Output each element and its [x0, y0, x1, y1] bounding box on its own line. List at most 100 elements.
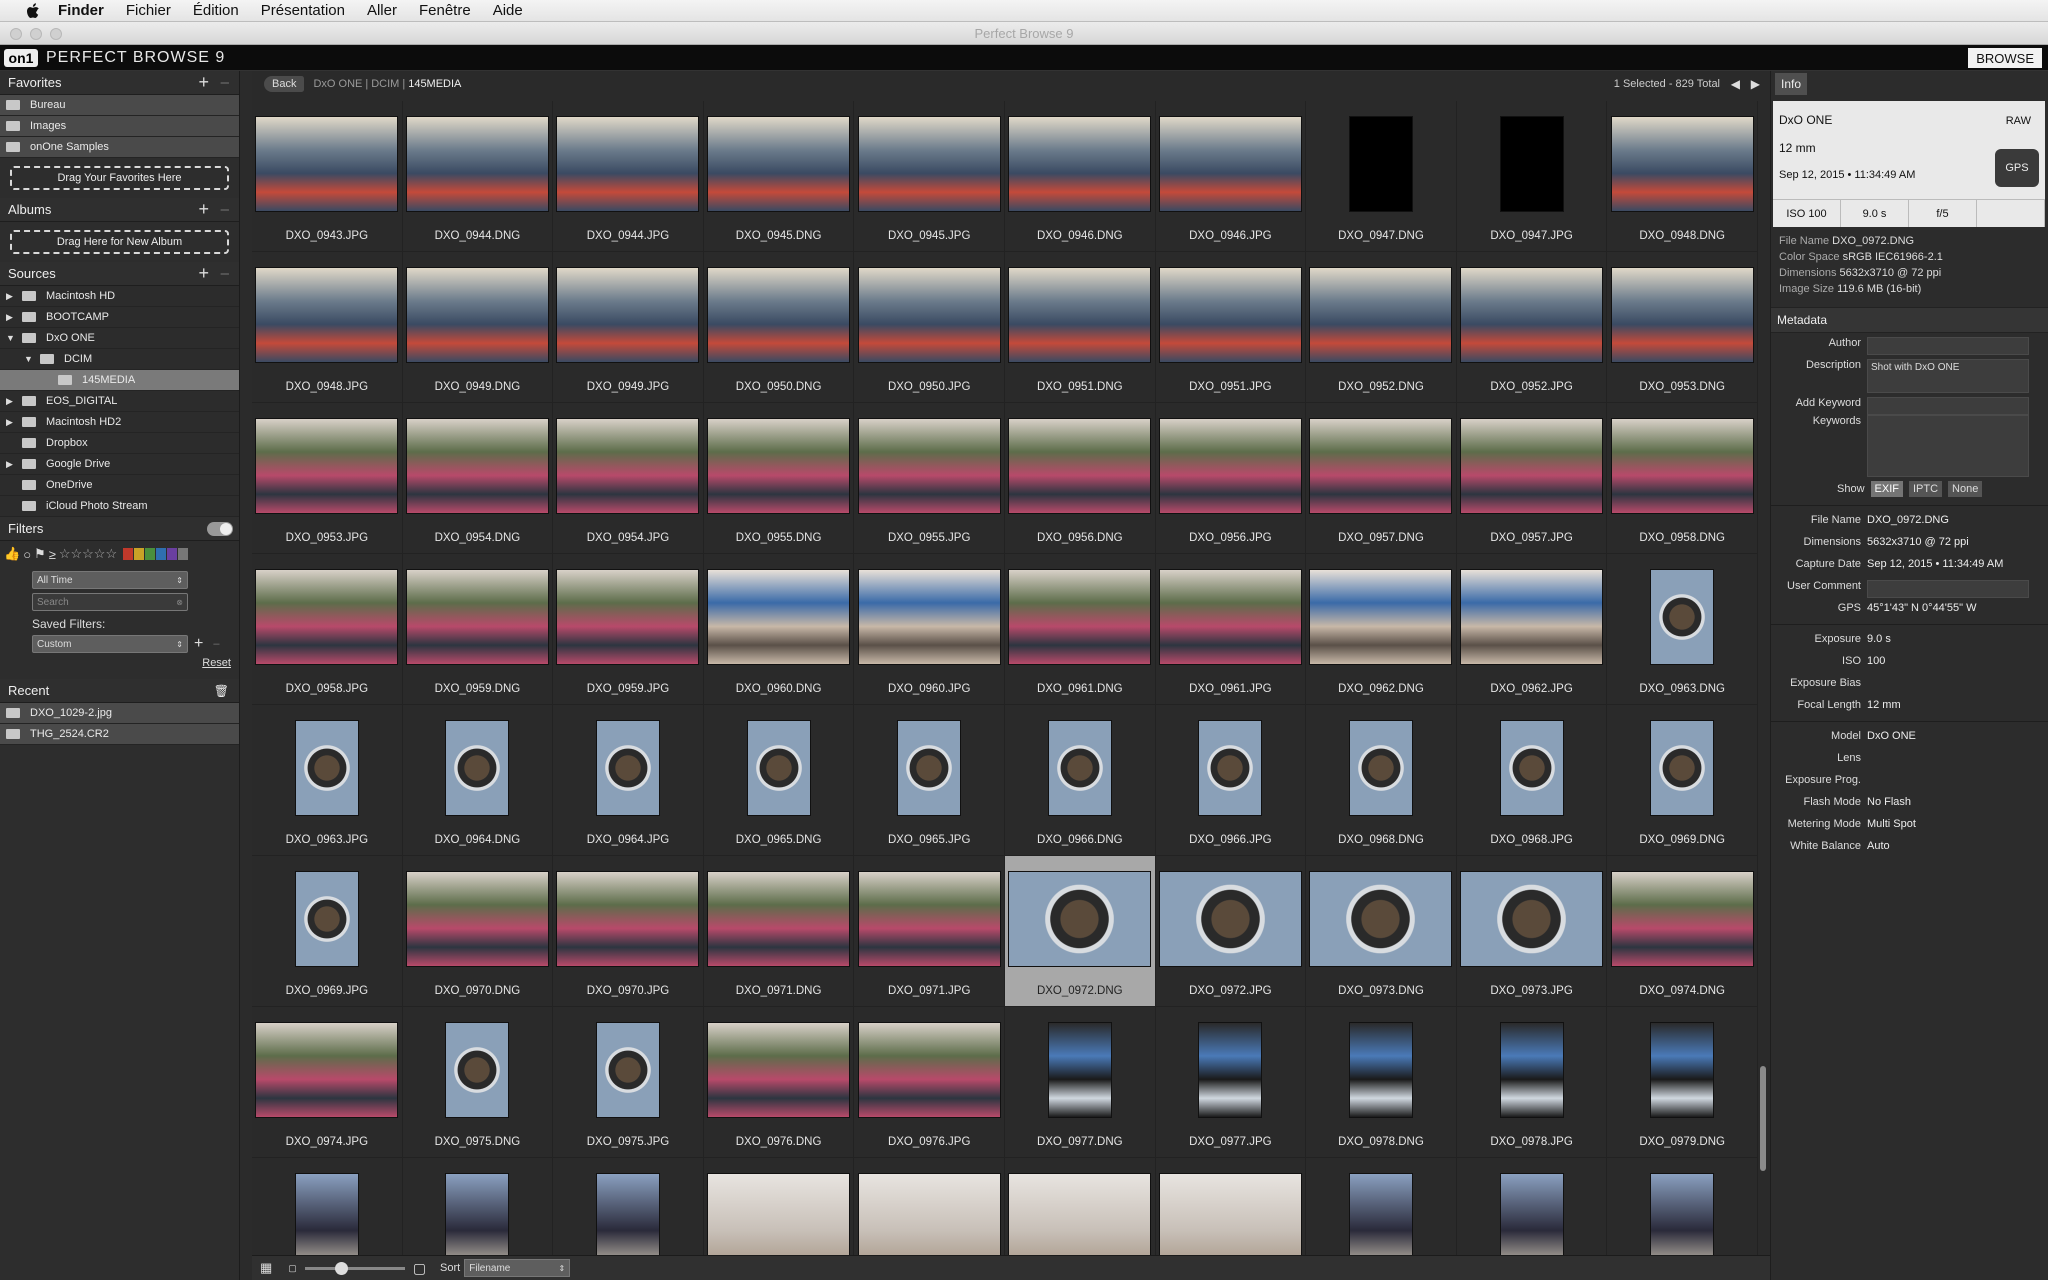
photo-thumbnail[interactable]	[1158, 418, 1302, 514]
small-thumb-icon[interactable]: ▢	[288, 1263, 297, 1274]
thumbnail-cell-partial[interactable]	[252, 1158, 403, 1255]
photo-thumbnail[interactable]	[1158, 569, 1302, 665]
favorite-item[interactable]: Images	[0, 116, 239, 137]
source-item[interactable]: ▶ Macintosh HD2	[0, 412, 239, 433]
photo-thumbnail[interactable]	[1047, 1022, 1112, 1118]
thumbnail-cell[interactable]: DXO_0945.DNG	[703, 101, 855, 252]
clear-search-icon[interactable]: ⊗	[176, 598, 183, 607]
photo-thumbnail[interactable]	[1008, 267, 1152, 363]
grid-scrollbar[interactable]	[1758, 101, 1768, 1255]
photo-thumbnail[interactable]	[1348, 720, 1413, 816]
breadcrumb-dcim[interactable]: DCIM	[371, 78, 399, 90]
thumbnail-cell[interactable]: DXO_0971.JPG	[854, 856, 1005, 1007]
thumbnail-cell[interactable]: DXO_0975.DNG	[402, 1007, 554, 1158]
thumbnail-cell[interactable]: DXO_0947.JPG	[1456, 101, 1608, 252]
menu-aller[interactable]: Aller	[367, 2, 397, 19]
menu-aide[interactable]: Aide	[493, 2, 523, 19]
photo-thumbnail[interactable]	[1650, 1173, 1715, 1255]
photo-thumbnail[interactable]	[445, 720, 510, 816]
thumbnail-cell[interactable]: DXO_0954.DNG	[402, 403, 554, 554]
color-swatch[interactable]	[156, 548, 167, 560]
photo-thumbnail[interactable]	[1650, 1022, 1715, 1118]
thumbs-up-icon[interactable]: 👍	[4, 546, 20, 562]
trash-icon[interactable]: 🗑	[214, 684, 229, 698]
photo-thumbnail[interactable]	[1460, 267, 1604, 363]
time-range-select[interactable]: All Time ⇕	[32, 571, 188, 589]
thumbnail-cell[interactable]: DXO_0961.JPG	[1155, 554, 1307, 705]
saved-filter-select[interactable]: Custom ⇕	[32, 635, 188, 653]
photo-thumbnail[interactable]	[255, 116, 399, 212]
color-swatch[interactable]	[178, 548, 189, 560]
photo-thumbnail[interactable]	[1460, 569, 1604, 665]
photo-thumbnail[interactable]	[1348, 116, 1413, 212]
thumbnail-cell[interactable]: DXO_0969.JPG	[252, 856, 403, 1007]
thumbnail-cell[interactable]: DXO_0957.JPG	[1456, 403, 1608, 554]
thumbnail-cell-partial[interactable]	[553, 1158, 704, 1255]
photo-thumbnail[interactable]	[556, 418, 700, 514]
thumbnail-cell[interactable]: DXO_0974.JPG	[252, 1007, 403, 1158]
favorite-item[interactable]: onOne Samples	[0, 137, 239, 158]
source-item[interactable]: ▼ DCIM	[0, 349, 239, 370]
flag-icon[interactable]: ○	[23, 547, 31, 562]
photo-thumbnail[interactable]	[1499, 1022, 1564, 1118]
photo-thumbnail[interactable]	[595, 720, 660, 816]
thumbnail-cell[interactable]: DXO_0964.JPG	[553, 705, 704, 856]
thumbnail-cell[interactable]: DXO_0956.JPG	[1155, 403, 1307, 554]
photo-thumbnail[interactable]	[1499, 116, 1564, 212]
photo-thumbnail[interactable]	[1650, 569, 1715, 665]
photo-thumbnail[interactable]	[707, 1022, 851, 1118]
photo-thumbnail[interactable]	[707, 267, 851, 363]
thumbnail-cell[interactable]: DXO_0972.DNG	[1004, 856, 1156, 1007]
large-thumb-icon[interactable]: ▢	[413, 1260, 426, 1277]
thumbs-down-icon[interactable]: ⚑	[34, 546, 46, 562]
photo-thumbnail[interactable]	[857, 1173, 1001, 1255]
thumbnail-cell[interactable]: DXO_0965.JPG	[854, 705, 1005, 856]
thumbnail-cell[interactable]: DXO_0978.JPG	[1456, 1007, 1608, 1158]
color-swatch[interactable]	[167, 548, 178, 560]
add-album-button[interactable]: +	[198, 199, 209, 220]
thumbnail-cell[interactable]: DXO_0952.JPG	[1456, 252, 1608, 403]
photo-thumbnail[interactable]	[1650, 720, 1715, 816]
disclosure-triangle-icon[interactable]: ▶	[6, 312, 16, 323]
thumbnail-cell-partial[interactable]	[854, 1158, 1005, 1255]
photo-thumbnail[interactable]	[1158, 871, 1302, 967]
recent-item[interactable]: THG_2524.CR2	[0, 724, 239, 745]
remove-saved-filter-button[interactable]: –	[213, 638, 219, 650]
disclosure-triangle-icon[interactable]: ▼	[6, 333, 16, 343]
thumbnail-cell[interactable]: DXO_0950.JPG	[854, 252, 1005, 403]
thumbnail-size-slider[interactable]	[304, 1261, 405, 1275]
photo-thumbnail[interactable]	[1499, 1173, 1564, 1255]
show-none-option[interactable]: None	[1948, 481, 1983, 497]
photo-thumbnail[interactable]	[1499, 720, 1564, 816]
remove-album-button[interactable]: –	[221, 201, 229, 218]
photo-thumbnail[interactable]	[1008, 569, 1152, 665]
thumbnail-cell[interactable]: DXO_0953.DNG	[1607, 252, 1758, 403]
thumbnail-cell[interactable]: DXO_0963.DNG	[1607, 554, 1758, 705]
thumbnail-cell[interactable]: DXO_0977.DNG	[1004, 1007, 1156, 1158]
photo-thumbnail[interactable]	[255, 569, 399, 665]
photo-thumbnail[interactable]	[445, 1173, 510, 1255]
photo-thumbnail[interactable]	[294, 871, 359, 967]
show-exif-option[interactable]: EXIF	[1870, 481, 1903, 497]
thumbnail-cell[interactable]: DXO_0951.DNG	[1004, 252, 1156, 403]
thumbnail-cell[interactable]: DXO_0952.DNG	[1306, 252, 1457, 403]
thumbnail-cell[interactable]: DXO_0956.DNG	[1004, 403, 1156, 554]
photo-thumbnail[interactable]	[405, 267, 549, 363]
color-swatch[interactable]	[134, 548, 145, 560]
source-item[interactable]: ▶ EOS_DIGITAL	[0, 391, 239, 412]
source-item[interactable]: ▶ Macintosh HD	[0, 286, 239, 307]
color-swatch[interactable]	[145, 548, 156, 560]
photo-thumbnail[interactable]	[1610, 116, 1754, 212]
menu-fichier[interactable]: Fichier	[126, 2, 171, 19]
thumbnail-cell[interactable]: DXO_0959.DNG	[402, 554, 554, 705]
thumbnail-cell[interactable]: DXO_0964.DNG	[402, 705, 554, 856]
photo-thumbnail[interactable]	[1348, 1173, 1413, 1255]
thumbnail-cell[interactable]: DXO_0954.JPG	[553, 403, 704, 554]
gps-button[interactable]: GPS	[1995, 149, 2039, 187]
photo-thumbnail[interactable]	[1047, 720, 1112, 816]
photo-thumbnail[interactable]	[405, 569, 549, 665]
thumbnail-cell[interactable]: DXO_0944.JPG	[553, 101, 704, 252]
apple-icon[interactable]	[22, 2, 44, 18]
thumbnail-cell[interactable]: DXO_0948.DNG	[1607, 101, 1758, 252]
thumbnail-cell[interactable]: DXO_0960.JPG	[854, 554, 1005, 705]
